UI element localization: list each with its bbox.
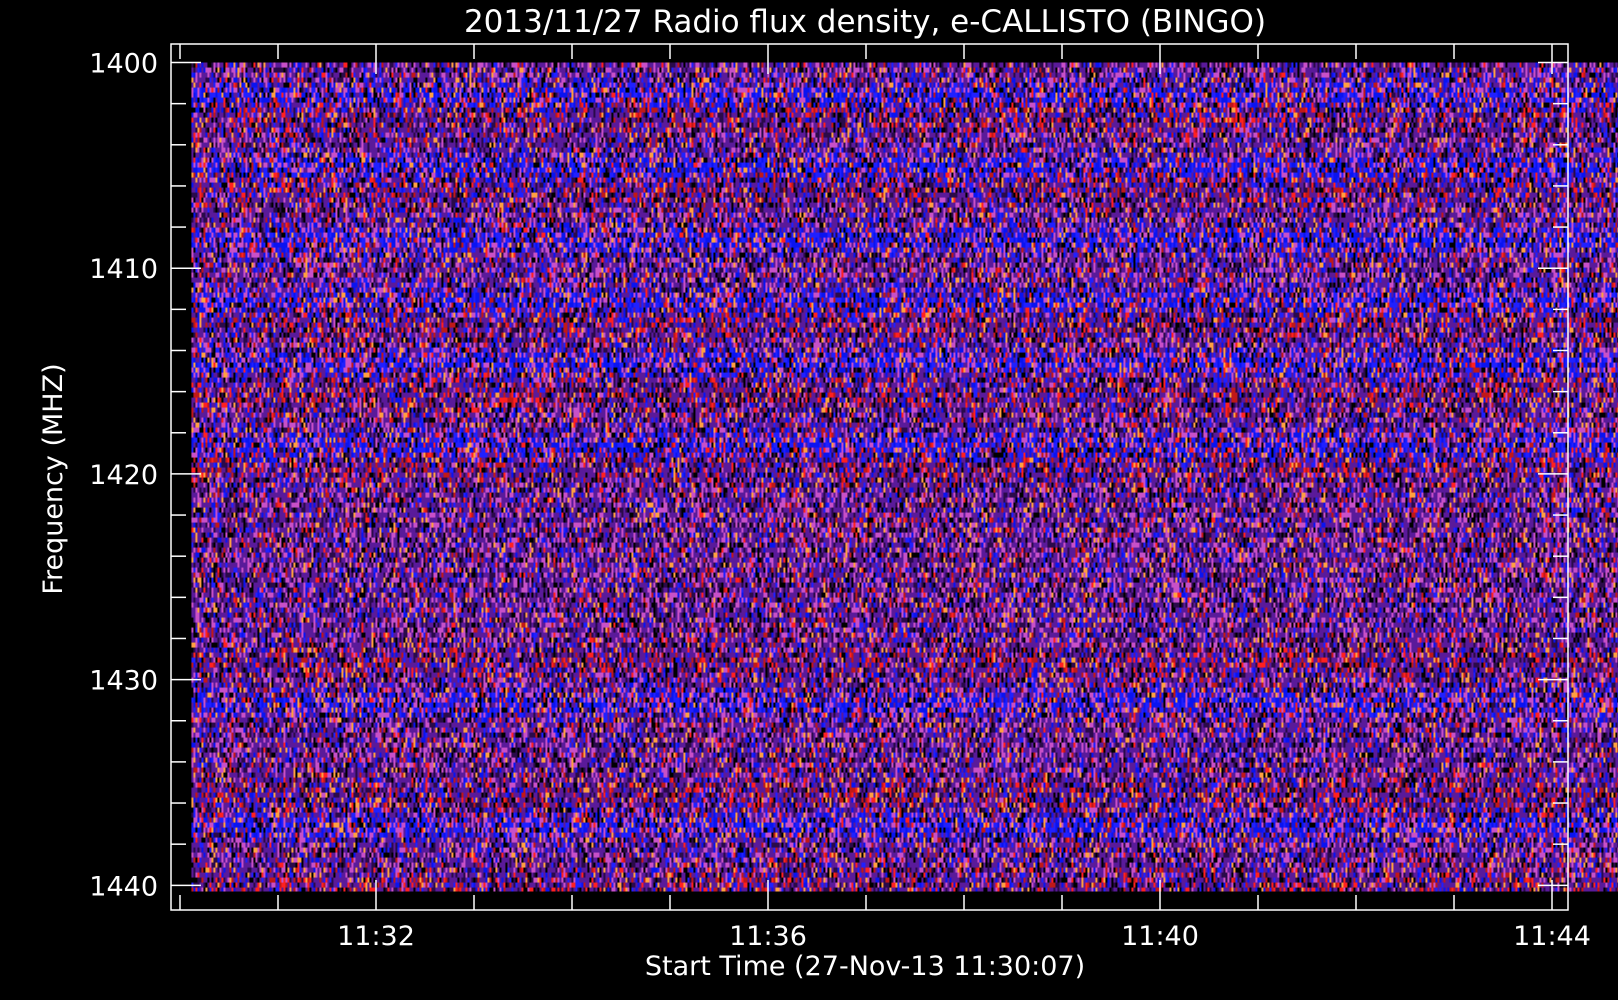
x-tick-label: 11:44 (1513, 921, 1591, 952)
spectrogram-figure: 2013/11/27 Radio flux density, e-CALLIST… (38, 4, 1618, 982)
y-tick-label: 1400 (89, 49, 158, 80)
x-axis-label: Start Time (27-Nov-13 11:30:07) (645, 951, 1085, 982)
y-tick-label: 1410 (89, 254, 158, 285)
y-tick-label: 1440 (89, 871, 158, 902)
chart-title: 2013/11/27 Radio flux density, e-CALLIST… (464, 4, 1266, 40)
spectrogram-heatmap (191, 62, 1618, 892)
x-tick-label: 11:40 (1121, 921, 1199, 952)
y-tick-label: 1420 (89, 460, 158, 491)
spectrogram-image (191, 62, 1618, 892)
y-axis-label: Frequency (MHZ) (38, 363, 69, 594)
y-tick-label: 1430 (89, 666, 158, 697)
x-tick-label: 11:36 (729, 921, 807, 952)
x-tick-label: 11:32 (337, 921, 415, 952)
